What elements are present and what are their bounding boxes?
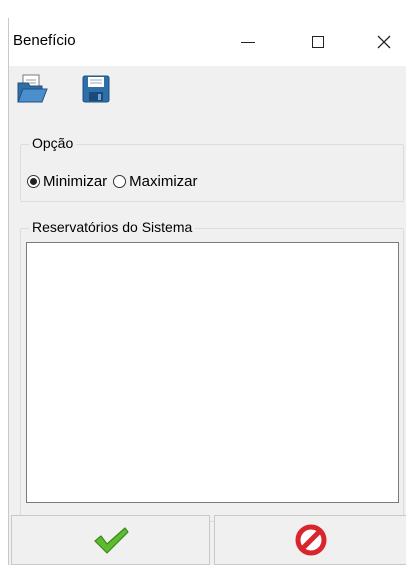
option-group: Opção Minimizar Maximizar xyxy=(20,135,404,202)
toolbar xyxy=(9,66,406,112)
maximize-radio-label: Maximizar xyxy=(129,173,198,190)
option-radio-group: Minimizar Maximizar xyxy=(27,173,204,190)
option-group-legend: Opção xyxy=(29,135,77,151)
maximize-icon xyxy=(312,36,324,48)
benefit-dialog: Benefício Opção Minimizar Maximizar Rese… xyxy=(8,18,406,565)
open-button[interactable] xyxy=(15,72,49,106)
green-checkmark-icon xyxy=(93,527,129,554)
radio-unselected-icon xyxy=(113,175,127,188)
maximize-button[interactable] xyxy=(295,18,341,66)
close-button[interactable] xyxy=(361,18,406,66)
save-button[interactable] xyxy=(79,72,113,106)
radio-selected-icon xyxy=(27,175,40,188)
minimize-radio[interactable]: Minimizar xyxy=(27,173,107,190)
ok-button[interactable] xyxy=(11,515,210,565)
cancel-button[interactable] xyxy=(214,515,406,565)
minimize-radio-label: Minimizar xyxy=(43,173,108,190)
window-title: Benefício xyxy=(13,32,76,49)
maximize-radio[interactable]: Maximizar xyxy=(113,173,198,190)
folder-open-icon xyxy=(17,74,48,103)
button-bar xyxy=(9,515,406,565)
reservoirs-group-legend: Reservatórios do Sistema xyxy=(29,219,196,235)
close-icon xyxy=(377,35,391,49)
floppy-disk-icon xyxy=(82,75,110,103)
red-cancel-icon xyxy=(295,524,326,556)
minimize-icon xyxy=(241,41,255,43)
title-bar[interactable]: Benefício xyxy=(9,18,406,66)
reservoirs-list[interactable] xyxy=(26,242,399,503)
reservoirs-group: Reservatórios do Sistema xyxy=(20,219,404,522)
minimize-button[interactable] xyxy=(225,18,271,66)
